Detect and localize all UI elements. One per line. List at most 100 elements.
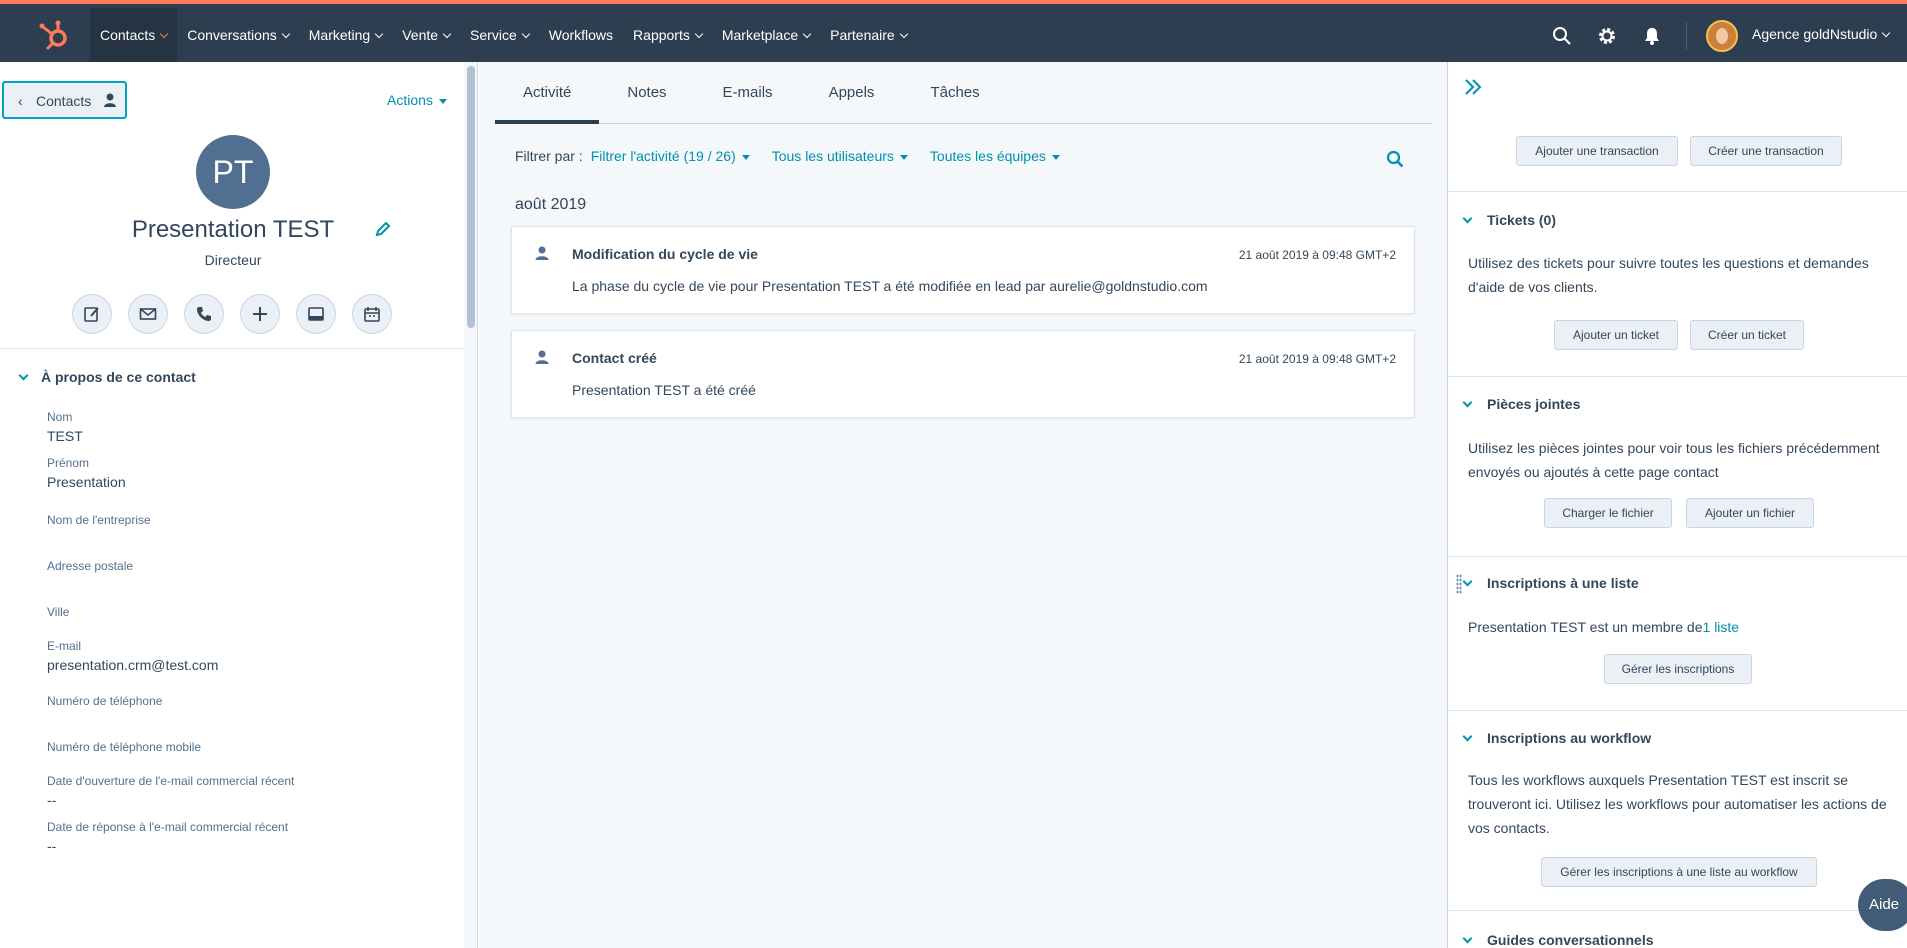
guides-section-header[interactable]: Guides conversationnels [1462,932,1654,948]
contact-property[interactable]: Numéro de téléphone [47,694,447,712]
help-button[interactable]: Aide [1858,879,1907,931]
tab-2[interactable]: E-mails [695,62,801,124]
chevron-down-icon [899,29,908,39]
back-label: Contacts [36,93,92,109]
lists-link[interactable]: 1 liste [1703,619,1740,635]
chevron-down-icon [1462,731,1473,742]
tab-4[interactable]: Tâches [902,62,1007,124]
account-menu[interactable]: Agence goldNstudio [1752,26,1891,42]
contact-property[interactable]: E-mail presentation.crm@test.com [47,639,447,673]
chevron-down-icon [1462,397,1473,408]
tab-1[interactable]: Notes [599,62,694,124]
add-ticket-button[interactable]: Ajouter un ticket [1554,320,1678,350]
back-to-contacts-button[interactable]: ‹ Contacts [2,81,127,119]
contact-property[interactable]: Numéro de téléphone mobile [47,740,447,758]
email-button[interactable] [128,294,168,334]
timeline-event-card[interactable]: Modification du cycle de vie 21 août 201… [511,226,1415,314]
main-nav: Contacts Conversations Marketing Vente Servi… [90,8,917,62]
tickets-section-header[interactable]: Tickets (0) [1462,212,1556,228]
create-ticket-button[interactable]: Créer un ticket [1690,320,1804,350]
add-file-button[interactable]: Ajouter un fichier [1686,498,1814,528]
nav-item-conversations[interactable]: Conversations [177,8,299,62]
divider [1448,376,1907,377]
chevron-down-icon [442,29,452,39]
chevron-down-icon [374,29,384,39]
call-button[interactable] [184,294,224,334]
nav-item-marketplace[interactable]: Marketplace [712,8,820,62]
edit-pencil-icon[interactable] [374,220,392,238]
manage-workflow-enrollments-button[interactable]: Gérer les inscriptions à une liste au wo… [1541,857,1817,887]
hubspot-logo-icon[interactable] [36,18,74,52]
meeting-button[interactable] [352,294,392,334]
note-button[interactable] [72,294,112,334]
lists-section-header[interactable]: Inscriptions à une liste [1462,575,1639,591]
tickets-title: Tickets (0) [1487,212,1556,228]
nav-item-vente[interactable]: Vente [392,8,460,62]
associations-sidebar: Ajouter une transaction Créer une transa… [1447,62,1907,948]
email-icon [139,308,157,320]
collapse-sidebar-icon[interactable] [1462,76,1484,98]
lists-membership-text: Presentation TEST est un membre de1 list… [1468,615,1898,639]
nav-item-label: Partenaire [830,27,895,43]
activity-filters: Filtrer par : Filtrer l'activité (19 / 2… [515,148,1060,164]
drag-handle-icon[interactable] [1456,574,1462,594]
nav-item-label: Conversations [187,27,277,43]
add-deal-button[interactable]: Ajouter une transaction [1516,136,1678,166]
contact-sidebar: ‹ Contacts Actions PT Presentation TEST … [0,62,478,948]
search-activity-icon[interactable] [1386,150,1404,168]
contact-property[interactable]: Date de réponse à l'e-mail commercial ré… [47,820,447,854]
gear-icon[interactable] [1597,26,1617,46]
property-label: Ville [47,605,70,619]
contact-property[interactable]: Date d'ouverture de l'e-mail commercial … [47,774,447,808]
nav-item-workflows[interactable]: Workflows [539,8,623,62]
attachments-description: Utilisez les pièces jointes pour voir to… [1468,440,1880,480]
contact-property[interactable]: Nom de l'entreprise [47,513,447,531]
filter-users-dropdown[interactable]: Tous les utilisateurs [772,148,908,164]
contact-property[interactable]: Ville [47,605,447,623]
workflows-section-header[interactable]: Inscriptions au workflow [1462,730,1651,746]
manage-list-memberships-button[interactable]: Gérer les inscriptions [1604,654,1752,684]
contact-property[interactable]: Nom TEST [47,410,447,444]
scrollbar-thumb[interactable] [467,66,475,328]
actions-dropdown[interactable]: Actions [387,92,447,108]
nav-item-service[interactable]: Service [460,8,539,62]
create-deal-button[interactable]: Créer une transaction [1690,136,1842,166]
about-title: À propos de ce contact [41,369,196,385]
nav-item-label: Workflows [548,27,614,43]
nav-item-marketing[interactable]: Marketing [299,8,392,62]
user-avatar[interactable] [1706,20,1738,52]
nav-item-contacts[interactable]: Contacts [90,8,178,62]
attachments-section-header[interactable]: Pièces jointes [1462,396,1580,412]
tab-3[interactable]: Appels [801,62,903,124]
property-label: Date de réponse à l'e-mail commercial ré… [47,820,289,834]
contact-property[interactable]: Prénom Presentation [47,456,447,490]
property-label: Nom [47,410,73,424]
event-body: Presentation TEST a été créé [572,382,756,398]
chevron-down-icon [1462,933,1473,944]
log-activity-button[interactable] [240,294,280,334]
account-name: Agence goldNstudio [1752,26,1878,42]
tab-0[interactable]: Activité [495,62,600,124]
nav-item-label: Marketing [308,27,371,43]
nav-item-rapports[interactable]: Rapports [623,8,712,62]
actions-label: Actions [387,92,433,108]
activity-panel: Activité Notes E-mails Appels Tâches Filtrer… [479,62,1447,948]
notification-bell-icon[interactable] [1642,26,1662,46]
nav-item-partenaire[interactable]: Partenaire [820,8,917,62]
contact-name: Presentation TEST [131,216,335,243]
timeline-event-card[interactable]: Contact créé 21 août 2019 à 09:48 GMT+2 … [511,330,1415,418]
quick-actions [72,294,392,334]
filter-label: Filtrer par : [515,148,583,164]
filter-teams-dropdown[interactable]: Toutes les équipes [930,148,1060,164]
filter-activity-dropdown[interactable]: Filtrer l'activité (19 / 26) [591,148,750,164]
person-icon [535,350,549,364]
about-section-header[interactable]: À propos de ce contact [18,369,196,385]
contact-property[interactable]: Adresse postale [47,559,447,577]
chevron-down-icon [802,29,812,39]
task-button[interactable] [296,294,336,334]
lists-contact-name: Presentation TEST [1468,619,1586,635]
upload-file-button[interactable]: Charger le fichier [1544,498,1672,528]
contact-job-title: Directeur [204,252,262,268]
search-icon[interactable] [1552,26,1572,46]
contact-avatar: PT [196,135,270,209]
